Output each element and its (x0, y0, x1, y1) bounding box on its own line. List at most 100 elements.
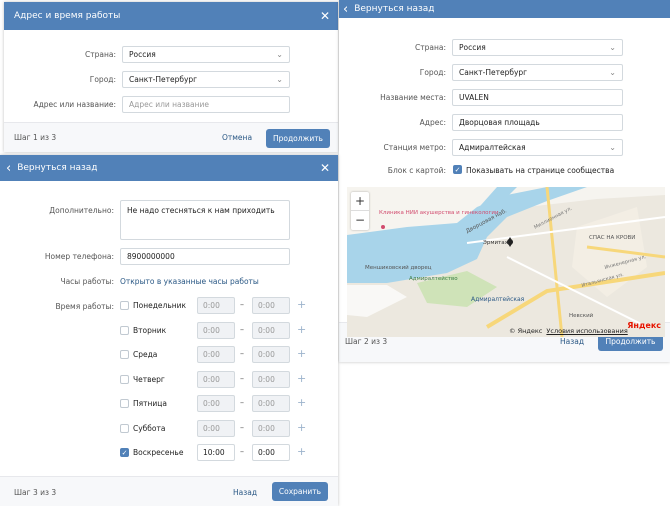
time-dash: – (240, 324, 244, 334)
day-checkbox[interactable]: ✓ (120, 448, 129, 457)
day-checkbox[interactable] (120, 325, 129, 335)
time-from-input[interactable]: 10:00 (197, 444, 235, 461)
panel1-header: Адрес и время работы ✕ (4, 2, 338, 30)
map-label-admiralteyskaya: Адмиралтейская (471, 296, 525, 303)
back-button[interactable]: Назад (560, 337, 584, 346)
panel-hours-step3: ‹ Вернуться назад ✕ Дополнительно: Не на… (0, 155, 338, 506)
map-block-label: Блок с картой: (387, 166, 446, 175)
phone-input[interactable]: 8900000000 (120, 248, 290, 265)
time-from-input[interactable]: 0:00 (197, 297, 235, 314)
schedule-label: Время работы: (55, 302, 114, 311)
show-map-checkbox[interactable]: ✓ (453, 165, 462, 174)
back-arrow-icon[interactable]: ‹ (6, 162, 11, 175)
show-map-label[interactable]: Показывать на странице сообщества (466, 166, 614, 175)
country-label: Страна: (415, 43, 446, 52)
map-terms-link[interactable]: Условия использования (546, 327, 627, 335)
day-checkbox[interactable] (120, 399, 129, 408)
add-interval-icon[interactable]: + (297, 298, 306, 311)
add-interval-icon[interactable]: + (297, 445, 306, 458)
day-checkbox[interactable] (120, 423, 129, 433)
city-select[interactable]: Санкт-Петербург ⌄ (452, 64, 623, 81)
panel2-back-link[interactable]: Вернуться назад (354, 4, 434, 14)
map-graphic: Клиника НИИ акушерства и гинекологии Дво… (347, 187, 665, 337)
continue-button[interactable]: Продолжить (266, 129, 330, 148)
country-select[interactable]: Россия ⌄ (452, 39, 623, 56)
panel3-header: ‹ Вернуться назад ✕ (0, 155, 338, 181)
time-to-input[interactable]: 0:00 (252, 444, 290, 461)
city-value: Санкт-Петербург (459, 68, 528, 77)
country-value: Россия (459, 43, 486, 52)
zoom-control: + − (351, 192, 369, 230)
city-label: Город: (419, 68, 446, 77)
address-label: Адрес: (419, 118, 446, 127)
time-to-input[interactable]: 0:00 (252, 395, 290, 412)
close-icon[interactable]: ✕ (320, 9, 330, 23)
add-interval-icon[interactable]: + (297, 372, 306, 385)
day-checkbox[interactable] (120, 350, 129, 359)
metro-select[interactable]: Адмиралтейская ⌄ (452, 139, 623, 156)
add-interval-icon[interactable]: + (297, 396, 306, 409)
zoom-in-icon[interactable]: + (351, 192, 369, 211)
address-input[interactable]: Дворцовая площадь (452, 114, 623, 131)
day-name: Воскресенье (133, 448, 184, 457)
yandex-logo: Яндекс (627, 321, 661, 330)
back-button[interactable]: Назад (233, 488, 257, 497)
day-name: Пятница (133, 399, 167, 408)
extra-info-textarea[interactable]: Не надо стесняться к нам приходить (120, 200, 290, 240)
metro-label: Станция метро: (383, 143, 447, 152)
map-copyright-bar: © Яндекс Условия использования (509, 327, 628, 335)
time-from-input[interactable]: 0:00 (197, 370, 235, 388)
time-dash: – (240, 300, 244, 309)
panel3-footer: Шаг 3 из 3 Назад Сохранить (0, 476, 338, 506)
map-label-spas: СПАС НА КРОВИ (589, 235, 635, 241)
time-dash: – (240, 349, 244, 358)
time-to-input[interactable]: 0:00 (252, 419, 290, 437)
step-indicator: Шаг 1 из 3 (14, 133, 57, 142)
place-name-label: Название места: (380, 93, 446, 102)
time-from-input[interactable]: 0:00 (197, 346, 235, 363)
time-from-input[interactable]: 0:00 (197, 395, 235, 412)
add-interval-icon[interactable]: + (297, 347, 306, 360)
day-checkbox[interactable] (120, 301, 129, 310)
map-label-ermitazh: Эрмитаж (483, 240, 510, 246)
panel1-footer: Шаг 1 из 3 Отмена Продолжить (4, 122, 338, 152)
map-label-admiralty: Адмиралтейство (409, 275, 458, 282)
add-interval-icon[interactable]: + (297, 421, 306, 434)
chevron-down-icon: ⌄ (609, 43, 616, 52)
map-copyright: © Яндекс (509, 327, 543, 335)
cancel-button[interactable]: Отмена (222, 133, 252, 142)
add-interval-icon[interactable]: + (297, 323, 306, 336)
panel1-title: Адрес и время работы (14, 11, 121, 21)
panel2-header: ‹ Вернуться назад (339, 0, 670, 18)
zoom-out-icon[interactable]: − (351, 211, 369, 230)
chevron-down-icon: ⌄ (609, 143, 616, 152)
save-button[interactable]: Сохранить (272, 482, 328, 501)
address-input[interactable]: Адрес или название (122, 96, 290, 113)
panel3-back-link[interactable]: Вернуться назад (17, 163, 97, 173)
time-dash: – (240, 398, 244, 407)
time-to-input[interactable]: 0:00 (252, 321, 290, 339)
hours-mode-link[interactable]: Открыто в указанные часы работы (120, 277, 259, 286)
country-select[interactable]: Россия ⌄ (122, 46, 290, 63)
time-to-input[interactable]: 0:00 (252, 297, 290, 314)
time-to-input[interactable]: 0:00 (252, 346, 290, 363)
map-view[interactable]: Клиника НИИ акушерства и гинекологии Дво… (347, 187, 665, 337)
map-poi-clinic (381, 225, 385, 229)
day-checkbox[interactable] (120, 374, 129, 384)
step-indicator: Шаг 2 из 3 (345, 337, 388, 346)
back-arrow-icon[interactable]: ‹ (343, 3, 348, 16)
place-name-input[interactable]: UVALEN (452, 89, 623, 106)
close-icon[interactable]: ✕ (320, 161, 330, 175)
day-name: Суббота (133, 423, 166, 433)
time-to-input[interactable]: 0:00 (252, 370, 290, 388)
time-dash: – (240, 447, 244, 456)
city-select[interactable]: Санкт-Петербург ⌄ (122, 71, 290, 88)
time-from-input[interactable]: 0:00 (197, 419, 235, 437)
country-value: Россия (129, 50, 156, 59)
time-from-input[interactable]: 0:00 (197, 321, 235, 339)
hours-label: Часы работы: (60, 277, 114, 286)
day-name: Понедельник (133, 301, 187, 310)
day-name: Четверг (133, 374, 165, 384)
panel-address-step1: Адрес и время работы ✕ Страна: Россия ⌄ … (4, 2, 338, 152)
time-dash: – (240, 373, 244, 383)
